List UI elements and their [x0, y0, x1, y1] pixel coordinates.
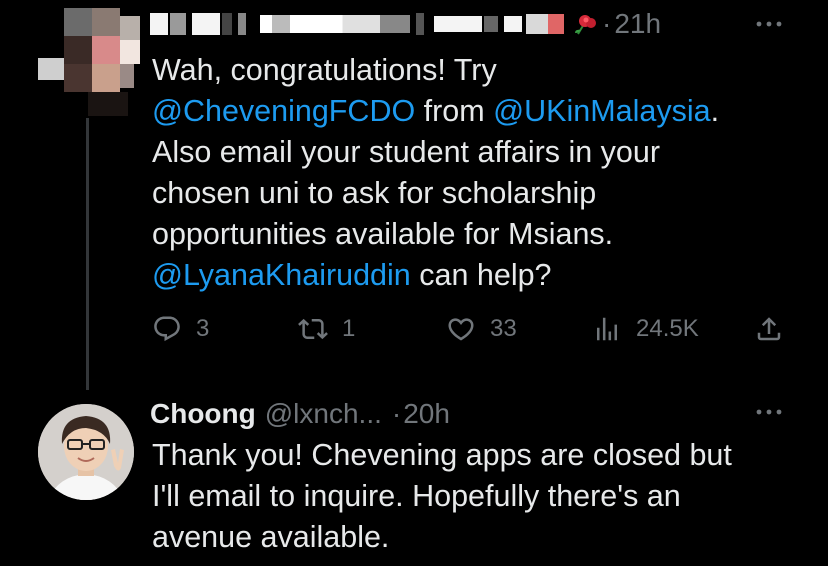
mention-link[interactable]: @LyanaKhairuddin [152, 258, 411, 292]
avatar-censored[interactable] [38, 0, 140, 118]
tweet-text-line: @CheveningFCDO from @UKinMalaysia. [152, 91, 792, 132]
reply-count: 3 [196, 315, 210, 342]
text-segment: Wah, congratulations! Try [152, 53, 497, 87]
tweet-text-line: avenue available. [152, 520, 390, 554]
tweet-text: Wah, congratulations! Try @CheveningFCDO … [152, 50, 792, 296]
tweet-text-line: I'll email to inquire. Hopefully there's… [152, 479, 681, 513]
like-count: 33 [490, 315, 517, 342]
tweet-header: · 21h [150, 4, 661, 44]
text-segment: from [415, 94, 494, 128]
avatar-pixel [92, 36, 120, 64]
rose-emoji-icon [572, 12, 598, 36]
tweet-text-line: Thank you! Chevening apps are closed but [152, 438, 732, 472]
avatar[interactable] [38, 404, 134, 500]
text-segment: chosen uni to ask for scholarship [152, 176, 597, 210]
display-name[interactable]: Choong [150, 398, 256, 430]
like-button[interactable]: 33 [446, 307, 517, 351]
avatar-pixel [64, 64, 92, 92]
thread-connector-line [86, 118, 89, 390]
redacted-handle [434, 14, 570, 34]
separator-dot: · [391, 398, 402, 429]
tweet-text-line: Wah, congratulations! Try [152, 50, 792, 91]
reply-button[interactable]: 3 [152, 307, 209, 351]
tweet-header: Choong @lxnch... · 20h [150, 394, 450, 434]
tweet-reply[interactable]: Choong @lxnch... · 20h Thank you! Cheven… [0, 385, 828, 566]
repost-count: 1 [342, 315, 356, 342]
text-segment: Also email your student affairs in your [152, 135, 661, 169]
redacted-display-name [150, 13, 434, 35]
repost-button[interactable]: 1 [298, 307, 355, 351]
tweet-text: Thank you! Chevening apps are closed but… [152, 435, 792, 558]
tweet-text-line: opportunities available for Msians. [152, 214, 792, 255]
tweet-text-line: Also email your student affairs in your [152, 132, 792, 173]
avatar-pixel [38, 58, 64, 80]
more-icon[interactable] [752, 4, 786, 44]
views-button[interactable]: 24.5K [592, 307, 699, 351]
text-segment: opportunities available for Msians. [152, 217, 614, 251]
share-button[interactable] [754, 307, 784, 351]
avatar-pixel [64, 36, 92, 64]
avatar-pixel [120, 64, 134, 88]
views-count: 24.5K [636, 315, 699, 342]
avatar-pixel [120, 40, 140, 64]
timestamp[interactable]: 20h [403, 398, 450, 430]
like-icon [446, 314, 476, 344]
text-segment: can help? [410, 258, 552, 292]
tweet-parent[interactable]: · 21h Wah, congratulations! Try @Chevenin… [0, 0, 828, 390]
avatar-pixel [120, 16, 140, 40]
avatar-pixel [92, 8, 120, 36]
more-icon[interactable] [752, 392, 786, 432]
repost-icon [298, 314, 328, 344]
separator-dot: · [602, 8, 612, 39]
share-icon [754, 314, 784, 344]
user-handle[interactable]: @lxnch... [265, 398, 382, 430]
avatar-pixel [64, 8, 92, 36]
avatar-pixel [88, 92, 128, 116]
text-segment: . [710, 94, 720, 128]
avatar-pixel [92, 64, 120, 92]
tweet-text-line: chosen uni to ask for scholarship [152, 173, 792, 214]
reply-icon [152, 314, 182, 344]
views-icon [592, 314, 622, 344]
timestamp[interactable]: 21h [614, 8, 661, 40]
mention-link[interactable]: @CheveningFCDO [152, 94, 415, 128]
tweet-text-line: @LyanaKhairuddin can help? [152, 255, 792, 296]
action-bar: 3 1 33 24.5K [150, 307, 790, 351]
mention-link[interactable]: @UKinMalaysia [493, 94, 710, 128]
